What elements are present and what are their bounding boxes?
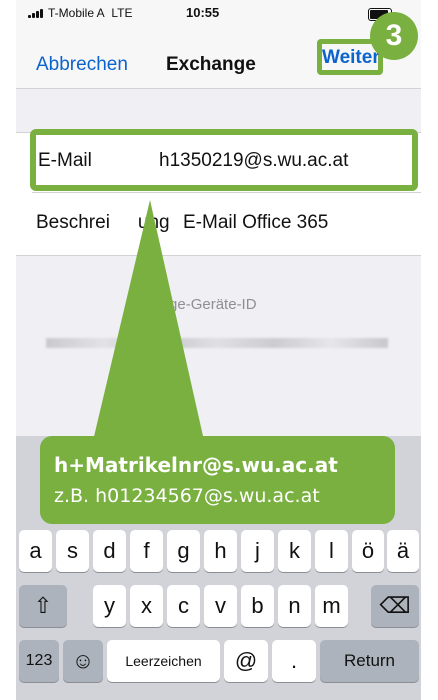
- callout-example-text: z.B. h01234567@s.wu.ac.at: [54, 485, 320, 507]
- callout-format-text: h+Matrikelnr@s.wu.ac.at: [54, 453, 338, 477]
- step-badge: 3: [370, 12, 418, 60]
- callout-pointer-shape: [92, 200, 205, 445]
- callout-pointer: [92, 200, 205, 445]
- email-format-callout: h+Matrikelnr@s.wu.ac.at z.B. h01234567@s…: [40, 436, 395, 524]
